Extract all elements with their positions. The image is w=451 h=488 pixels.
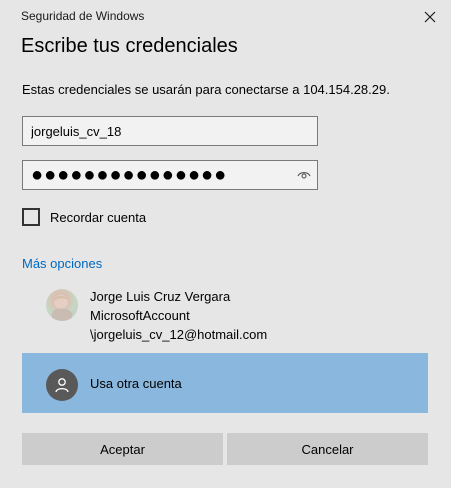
credentials-dialog: Seguridad de Windows Escribe tus credenc… <box>0 0 451 488</box>
ok-button[interactable]: Aceptar <box>22 433 223 465</box>
dialog-message: Estas credenciales se usarán para conect… <box>22 82 390 97</box>
person-icon <box>55 378 69 393</box>
avatar <box>46 369 78 401</box>
window-title: Seguridad de Windows <box>21 9 145 23</box>
remember-account-label: Recordar cuenta <box>50 209 147 225</box>
close-button[interactable] <box>419 6 441 28</box>
account-details: Jorge Luis Cruz Vergara MicrosoftAccount… <box>90 287 267 344</box>
dialog-heading: Escribe tus credenciales <box>21 35 238 57</box>
account-name: Usa otra cuenta <box>90 376 182 391</box>
more-options-link[interactable]: Más opciones <box>22 256 102 271</box>
checkbox-box[interactable] <box>22 208 40 226</box>
close-icon <box>424 11 436 23</box>
username-input[interactable] <box>22 116 318 146</box>
account-option-other[interactable]: Usa otra cuenta <box>22 353 428 413</box>
user-photo-icon <box>52 295 72 321</box>
avatar <box>46 289 78 321</box>
eye-icon <box>297 172 311 179</box>
account-option-microsoft[interactable]: Jorge Luis Cruz Vergara MicrosoftAccount… <box>22 282 428 346</box>
password-input[interactable] <box>22 160 318 190</box>
account-type: MicrosoftAccount <box>90 308 190 323</box>
account-email: \jorgeluis_cv_12@hotmail.com <box>90 327 268 342</box>
remember-account-checkbox[interactable]: Recordar cuenta <box>22 208 146 226</box>
account-name: Jorge Luis Cruz Vergara <box>90 289 231 304</box>
cancel-button[interactable]: Cancelar <box>227 433 428 465</box>
reveal-password-button[interactable] <box>294 166 314 184</box>
